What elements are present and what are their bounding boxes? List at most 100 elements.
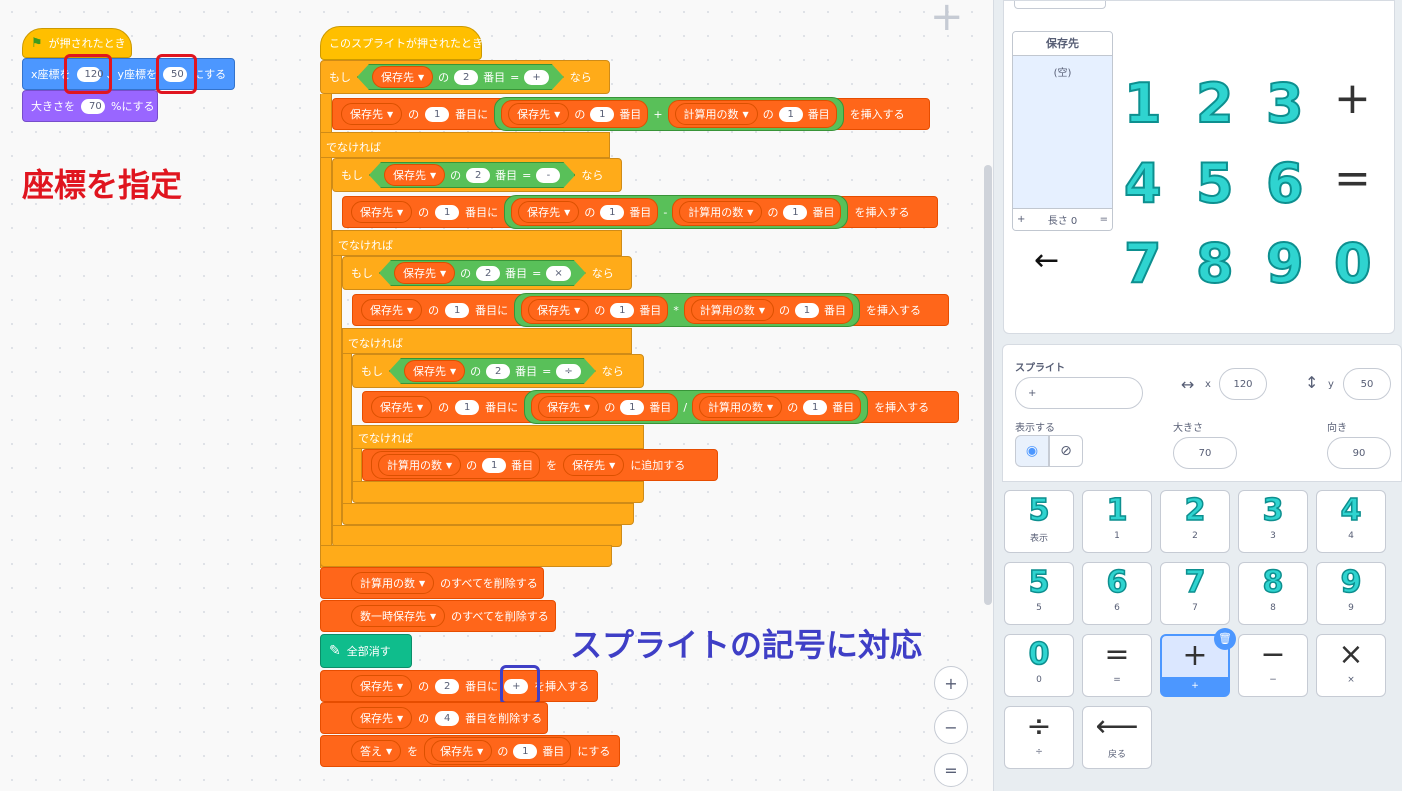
- subtract-operator[interactable]: 保存先 ▼ の 1 番目 - 計算用の数 ▼ の 1 番目: [504, 195, 849, 229]
- if-else-block[interactable]: もし 保存先 ▼ の 2 番目 = ÷ なら: [352, 354, 644, 388]
- size-input[interactable]: 70: [81, 98, 105, 114]
- add-extension-icon[interactable]: +: [930, 0, 964, 37]
- insert-item-block[interactable]: 保存先 ▼ の 2 番目に + を挿入する: [320, 670, 598, 702]
- list-dropdown[interactable]: 保存先 ▼: [394, 262, 455, 284]
- stage-sprite-4[interactable]: +: [1334, 77, 1371, 121]
- list-dropdown[interactable]: 保存先 ▼: [372, 66, 433, 88]
- list-dropdown[interactable]: 保存先 ▼: [538, 396, 600, 418]
- item-of-list-reporter[interactable]: 保存先 ▼ の 1 番目: [521, 296, 669, 324]
- go-to-xy-block[interactable]: x座標を 120 、y座標を 50 にする: [22, 58, 235, 90]
- sprite-thumb[interactable]: 55: [1004, 562, 1074, 625]
- index-input[interactable]: 2: [435, 678, 460, 694]
- list-dropdown[interactable]: 保存先 ▼: [351, 201, 413, 223]
- insert-item-block[interactable]: 保存先 ▼ の 1 番目に 保存先 ▼ の 1 番目 - 計算用の数 ▼ の 1 番目 を挿入する: [342, 195, 938, 229]
- sprite-thumb[interactable]: 44: [1316, 490, 1386, 553]
- stage-sprite-7[interactable]: 6: [1265, 156, 1305, 212]
- list-dropdown[interactable]: 計算用の数 ▼: [351, 572, 435, 594]
- item-of-list-reporter[interactable]: 保存先 ▼ の 1 番目: [511, 198, 659, 226]
- sprite-thumb[interactable]: 00: [1004, 634, 1074, 697]
- value-input[interactable]: -: [536, 168, 560, 183]
- delete-sprite-icon[interactable]: 🗑: [1214, 628, 1236, 650]
- divide-operator[interactable]: 保存先 ▼ の 1 番目 / 計算用の数 ▼ の 1 番目: [524, 390, 869, 424]
- zoom-out-button[interactable]: −: [934, 710, 968, 744]
- equals-operator[interactable]: 保存先 ▼ の 2 番目 = ÷: [389, 358, 596, 384]
- sprite-thumb[interactable]: + + 🗑: [1160, 628, 1236, 697]
- list-dropdown[interactable]: 保存先 ▼: [404, 360, 465, 382]
- list-dropdown[interactable]: 保存先 ▼: [518, 201, 580, 223]
- zoom-reset-button[interactable]: =: [934, 753, 968, 787]
- list-dropdown[interactable]: 計算用の数 ▼: [378, 454, 462, 476]
- direction-input[interactable]: 90: [1327, 437, 1391, 469]
- list-dropdown[interactable]: 計算用の数 ▼: [690, 299, 774, 321]
- item-of-list-reporter[interactable]: 計算用の数 ▼ の 1 番目: [683, 296, 853, 324]
- y-input[interactable]: 50: [1343, 368, 1391, 400]
- sprite-thumb[interactable]: = =: [1082, 634, 1152, 697]
- index-input[interactable]: 2: [454, 70, 478, 85]
- if-else-block[interactable]: もし 保存先 ▼ の 2 番目 = + なら: [320, 60, 610, 94]
- delete-all-block[interactable]: 数一時保存先 ▼ のすべてを削除する: [320, 600, 556, 632]
- x-input[interactable]: 120: [1219, 368, 1267, 400]
- sprite-name-input[interactable]: +: [1015, 377, 1143, 409]
- variable-dropdown[interactable]: 答え ▼: [351, 740, 402, 762]
- insert-item-block[interactable]: 保存先 ▼ の 1 番目に 保存先 ▼ の 1 番目 + 計算用の数 ▼ の 1 番目 を挿入する: [332, 97, 930, 131]
- list-monitor[interactable]: 保存先 (空) + 長さ 0 =: [1012, 31, 1113, 231]
- equals-operator[interactable]: 保存先 ▼ の 2 番目 = ×: [379, 260, 586, 286]
- index-input[interactable]: 1: [445, 302, 470, 318]
- index-input[interactable]: 2: [466, 168, 490, 183]
- stage-sprite-11[interactable]: 9: [1265, 236, 1305, 292]
- if-else-block[interactable]: もし 保存先 ▼ の 2 番目 = × なら: [342, 256, 632, 290]
- list-dropdown[interactable]: 保存先 ▼: [528, 299, 590, 321]
- back-arrow-sprite[interactable]: ←: [1034, 243, 1059, 278]
- sprite-thumb[interactable]: 11: [1082, 490, 1152, 553]
- sprite-thumb[interactable]: 66: [1082, 562, 1152, 625]
- sprite-thumb[interactable]: − −: [1238, 634, 1308, 697]
- value-input[interactable]: ×: [546, 266, 570, 281]
- when-sprite-clicked-block[interactable]: このスプライトが押されたとき: [320, 26, 483, 60]
- item-of-list-reporter[interactable]: 計算用の数 ▼ の 1 番目: [667, 100, 837, 128]
- stage-sprite-10[interactable]: 8: [1195, 236, 1235, 292]
- item-of-list-reporter[interactable]: 計算用の数 ▼ の 1 番目: [692, 393, 862, 421]
- sprite-thumb[interactable]: 33: [1238, 490, 1308, 553]
- stage-sprite-8[interactable]: =: [1334, 157, 1371, 201]
- workspace-scrollbar[interactable]: [984, 165, 992, 605]
- index-input[interactable]: 2: [476, 266, 500, 281]
- list-dropdown[interactable]: 計算用の数 ▼: [699, 396, 783, 418]
- hide-eye-icon[interactable]: ⊘: [1049, 435, 1083, 467]
- item-of-list-reporter[interactable]: 計算用の数 ▼ の 1 番目: [371, 451, 541, 479]
- delete-item-block[interactable]: 保存先 ▼ の 4 番目を削除する: [320, 702, 548, 734]
- if-else-block[interactable]: もし 保存先 ▼ の 2 番目 = - なら: [332, 158, 622, 192]
- insert-item-block[interactable]: 保存先 ▼ の 1 番目に 保存先 ▼ の 1 番目 * 計算用の数 ▼ の 1 番目 を挿入する: [352, 293, 949, 327]
- sprite-thumb[interactable]: 99: [1316, 562, 1386, 625]
- stage-sprite-6[interactable]: 5: [1195, 156, 1235, 212]
- size-input[interactable]: 70: [1173, 437, 1237, 469]
- insert-item-block[interactable]: 保存先 ▼ の 1 番目に 保存先 ▼ の 1 番目 / 計算用の数 ▼ の 1 番目 を挿入する: [362, 390, 959, 424]
- stage-sprite-3[interactable]: 3: [1265, 76, 1305, 132]
- sprite-thumb[interactable]: 22: [1160, 490, 1230, 553]
- list-dropdown[interactable]: 保存先 ▼: [351, 707, 413, 729]
- item-of-list-reporter[interactable]: 計算用の数 ▼ の 1 番目: [672, 198, 842, 226]
- sprite-thumb[interactable]: 5 表示: [1004, 490, 1074, 553]
- sprite-thumb[interactable]: ⟵ 戻る: [1082, 706, 1152, 769]
- list-dropdown[interactable]: 計算用の数 ▼: [674, 103, 758, 125]
- show-eye-icon[interactable]: ◉: [1015, 435, 1049, 467]
- sprite-thumb[interactable]: ÷ ÷: [1004, 706, 1074, 769]
- stage-sprite-2[interactable]: 2: [1195, 76, 1235, 132]
- index-input[interactable]: 4: [435, 710, 460, 726]
- sprite-thumb[interactable]: × ×: [1316, 634, 1386, 697]
- pen-clear-block[interactable]: ✎ 全部消す: [320, 634, 412, 668]
- stage-sprite-5[interactable]: 4: [1123, 156, 1163, 212]
- delete-all-block[interactable]: 計算用の数 ▼ のすべてを削除する: [320, 567, 544, 599]
- set-variable-block[interactable]: 答え ▼ を 保存先 ▼ の 1 番目 にする: [320, 735, 620, 767]
- stage[interactable]: 保存先 (空) + 長さ 0 = ← 1 2 3 +4 5 6 = 7 8 9 0: [1003, 0, 1395, 334]
- sprite-thumb[interactable]: 77: [1160, 562, 1230, 625]
- code-workspace[interactable]: ⚑ が押されたとき x座標を 120 、y座標を 50 にする 大きさを 70 …: [0, 0, 993, 791]
- value-input[interactable]: ÷: [556, 364, 580, 379]
- index-input[interactable]: 2: [486, 364, 510, 379]
- index-input[interactable]: 1: [425, 106, 450, 122]
- list-dropdown[interactable]: 保存先 ▼: [431, 740, 493, 762]
- list-dropdown[interactable]: 数一時保存先 ▼: [351, 605, 446, 627]
- item-of-list-reporter[interactable]: 保存先 ▼ の 1 番目: [424, 737, 572, 765]
- list-dropdown[interactable]: 保存先 ▼: [384, 164, 445, 186]
- list-resize-handle[interactable]: =: [1100, 214, 1108, 225]
- list-dropdown[interactable]: 保存先 ▼: [371, 396, 433, 418]
